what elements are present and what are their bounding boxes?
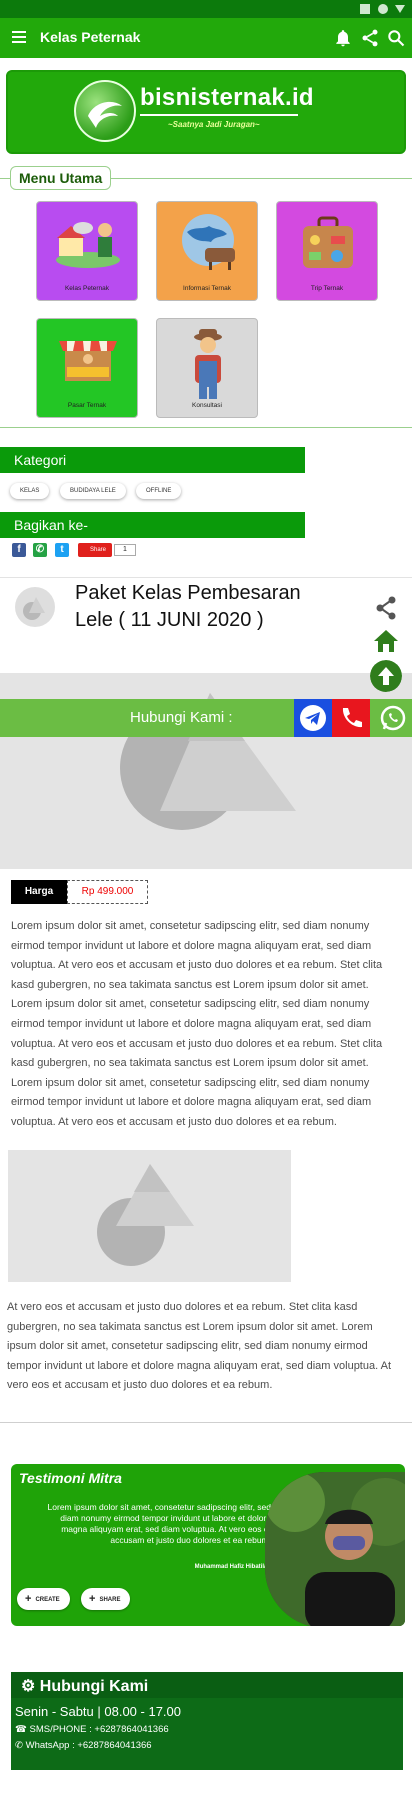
whatsapp-button[interactable] <box>374 699 412 737</box>
testimonial-photo <box>265 1472 405 1626</box>
phone-icon: ☎ <box>15 1724 27 1735</box>
brand-tagline: ~Saatnya Jadi Juragan~ <box>168 120 260 129</box>
menu-item-kelas-peternak[interactable]: Kelas Peternak <box>36 201 138 301</box>
wifi-icon <box>378 4 388 14</box>
twitter-icon[interactable]: t <box>55 543 69 557</box>
status-bar <box>0 0 412 18</box>
author-avatar <box>15 587 55 627</box>
share-icon[interactable] <box>360 28 380 48</box>
whatsapp-icon <box>380 705 406 731</box>
share-count: 1 <box>114 544 136 556</box>
testimonial-quote: Lorem ipsum dolor sit amet, consetetur s… <box>47 1502 271 1545</box>
category-chip[interactable]: KELAS <box>10 483 50 499</box>
contact-phone-text: SMS/PHONE : +6287864041366 <box>29 1724 169 1735</box>
content-image <box>8 1150 291 1282</box>
share-button-label: Share <box>90 547 107 553</box>
price-label: Harga <box>11 880 67 904</box>
menu-item-trip-ternak[interactable]: Trip Ternak <box>276 201 378 301</box>
page-title: Kelas Peternak <box>40 29 141 45</box>
scroll-top-icon[interactable] <box>370 660 402 692</box>
globe-cow-icon <box>182 214 235 270</box>
whatsapp-icon[interactable]: ✆ <box>33 543 47 557</box>
business-hours: Senin - Sabtu | 08.00 - 17.00 <box>15 1704 181 1719</box>
category-chip[interactable]: OFFLINE <box>136 483 182 499</box>
contact-phone[interactable]: ☎ SMS/PHONE : +6287864041366 <box>15 1724 169 1735</box>
people-icon: ⚙ <box>21 1678 36 1695</box>
contact-whatsapp[interactable]: ✆ WhatsApp : +6287864041366 <box>15 1740 152 1751</box>
search-icon[interactable] <box>386 28 406 48</box>
post-title: Paket Kelas Pembesaran Lele ( 11 JUNI 20… <box>75 582 301 631</box>
facebook-icon[interactable]: f <box>12 543 26 557</box>
brand-banner: bisnisternak.id ~Saatnya Jadi Juragan~ <box>6 70 406 154</box>
share-heading: Bagikan ke- <box>0 512 305 538</box>
testimonial-title: Testimoni Mitra <box>19 1470 122 1486</box>
bell-icon[interactable] <box>333 28 353 48</box>
post-paragraph: At vero eos et accusam et justo duo dolo… <box>7 1301 392 1392</box>
menu-item-label: Trip Ternak <box>310 285 344 292</box>
telegram-button[interactable] <box>294 699 332 737</box>
menu-item-label: Kelas Peternak <box>64 285 110 292</box>
category-heading: Kategori <box>0 447 305 473</box>
phone-button[interactable] <box>332 699 370 737</box>
menu-icon[interactable] <box>12 31 26 45</box>
share-fab-icon[interactable] <box>370 592 402 624</box>
app-bar: Kelas Peternak <box>0 18 412 58</box>
share-button[interactable]: + SHARE <box>81 1588 131 1610</box>
brand-logo <box>74 80 136 142</box>
menu-item-pasar-ternak[interactable]: Pasar Ternak <box>36 318 138 418</box>
contact-box: ⚙ Hubungi Kami Senin - Sabtu | 08.00 - 1… <box>11 1672 403 1770</box>
category-chip[interactable]: BUDIDAYA LELE <box>60 483 126 499</box>
phone-icon <box>342 708 362 728</box>
post-paragraph: Lorem ipsum dolor sit amet, consetetur s… <box>11 920 383 1128</box>
signal-icon <box>395 5 405 13</box>
home-icon[interactable] <box>370 625 402 657</box>
brand-name: bisnisternak.id <box>140 84 314 111</box>
battery-icon <box>360 4 370 14</box>
testimonial-author: Muhammad Hafiz Hibatilah <box>194 1564 271 1570</box>
farmer-icon <box>194 329 222 399</box>
menu-item-label: Informasi Ternak <box>183 285 231 292</box>
farm-class-icon <box>56 222 120 268</box>
share-button[interactable]: Share <box>78 543 112 557</box>
create-button-label: CREATE <box>35 1597 60 1603</box>
menu-item-informasi-ternak[interactable]: Informasi Ternak <box>156 201 258 301</box>
telegram-icon <box>300 705 326 731</box>
menu-item-label: Pasar Ternak <box>67 402 107 409</box>
plus-icon: + <box>25 1593 32 1605</box>
whatsapp-icon: ✆ <box>15 1740 23 1751</box>
share-button-label: SHARE <box>99 1597 121 1603</box>
contact-heading: ⚙ Hubungi Kami <box>11 1672 403 1698</box>
divider <box>0 577 412 578</box>
brand-underline <box>140 114 298 116</box>
menu-heading: Menu Utama <box>10 166 112 190</box>
market-stall-icon <box>59 341 117 381</box>
create-button[interactable]: + CREATE <box>17 1588 70 1610</box>
divider <box>0 1422 412 1423</box>
testimonial-card: Testimoni Mitra Lorem ipsum dolor sit am… <box>11 1464 405 1626</box>
leaf-icon <box>88 101 122 128</box>
contact-whatsapp-text: WhatsApp : +6287864041366 <box>25 1740 152 1751</box>
contact-bar: Hubungi Kami : <box>0 699 412 737</box>
plus-icon: + <box>89 1593 96 1605</box>
menu-item-konsultasi[interactable]: Konsultasi <box>156 318 258 418</box>
menu-item-label: Konsultasi <box>192 402 222 409</box>
contact-heading-text: Hubungi Kami <box>39 1678 149 1695</box>
contact-bar-label: Hubungi Kami : <box>130 709 233 726</box>
suitcase-icon <box>303 216 353 268</box>
price-value: Rp 499.000 <box>67 880 148 904</box>
